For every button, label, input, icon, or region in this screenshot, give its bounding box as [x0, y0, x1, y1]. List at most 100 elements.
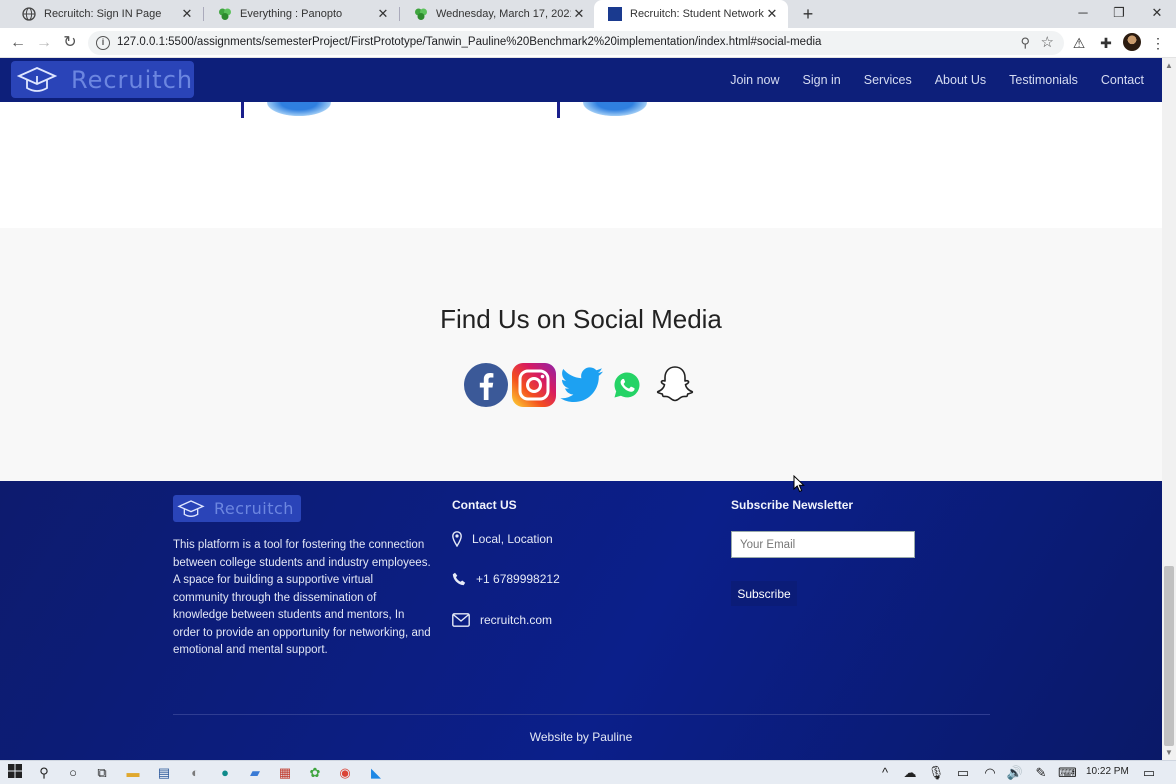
site-footer: Recruitch This platform is a tool for fo…	[0, 481, 1162, 760]
url-text: 127.0.0.1:5500/assignments/semesterProje…	[117, 36, 822, 48]
nav-contact[interactable]: Contact	[1101, 73, 1144, 87]
panopto-icon	[414, 7, 428, 21]
forward-icon[interactable]: →	[34, 33, 54, 53]
tab-title: Everything : Panopto	[240, 8, 343, 20]
decorative-image	[267, 102, 331, 116]
windows-start-icon[interactable]	[6, 764, 24, 782]
location-pin-icon	[452, 531, 462, 547]
notifications-icon[interactable]: ▭	[1140, 764, 1158, 782]
close-tab-icon[interactable]: ✕	[764, 6, 780, 22]
decorative-image	[583, 102, 647, 116]
zoom-icon[interactable]: ⚲	[1020, 35, 1030, 51]
pen-icon[interactable]: ✎	[1032, 764, 1050, 782]
profile-avatar[interactable]	[1123, 33, 1141, 51]
graduation-cap-icon	[177, 499, 205, 517]
site-favicon-icon	[608, 7, 622, 21]
facebook-icon[interactable]	[463, 362, 509, 408]
file-explorer-icon[interactable]: ▬	[124, 764, 142, 782]
contact-location-text: Local, Location	[472, 532, 553, 546]
decorative-bar	[241, 102, 244, 118]
microphone-icon[interactable]: 🎙	[927, 764, 945, 782]
page-scrollbar[interactable]: ▲ ▼	[1162, 58, 1176, 760]
app-icon[interactable]: ▰	[246, 764, 264, 782]
vscode-icon[interactable]: ◣	[367, 764, 385, 782]
previous-section-remnant	[0, 102, 1162, 228]
battery-icon[interactable]: ▭	[954, 764, 972, 782]
nav-about-us[interactable]: About Us	[935, 73, 986, 87]
volume-icon[interactable]: 🔊	[1006, 764, 1024, 782]
app-icon[interactable]: ▤	[155, 764, 173, 782]
puzzle-extensions-icon[interactable]: ✚	[1096, 33, 1116, 53]
site-info-icon[interactable]: i	[96, 36, 110, 50]
social-heading: Find Us on Social Media	[440, 304, 722, 334]
nav-links: Join now Sign in Services About Us Testi…	[730, 58, 1144, 102]
app-icon[interactable]: ◐	[186, 764, 204, 782]
scroll-down-icon[interactable]: ▼	[1165, 748, 1173, 757]
nav-sign-in[interactable]: Sign in	[803, 73, 841, 87]
footer-divider	[173, 714, 990, 715]
subscribe-button[interactable]: Subscribe	[731, 581, 797, 606]
browser-tab-recording[interactable]: Wednesday, March 17, 2021 at 1: ✕	[400, 0, 595, 28]
contact-email: recruitch.com	[452, 613, 552, 627]
browser-menu-icon[interactable]: ⋮	[1148, 33, 1168, 53]
contact-email-text: recruitch.com	[480, 613, 553, 627]
nav-testimonials[interactable]: Testimonials	[1009, 73, 1078, 87]
contact-location: Local, Location	[452, 531, 553, 547]
cortana-icon[interactable]: ○	[64, 764, 82, 782]
envelope-icon	[452, 613, 470, 627]
close-tab-icon[interactable]: ✕	[571, 6, 587, 22]
onedrive-icon[interactable]: ☁	[901, 764, 919, 782]
taskbar-clock[interactable]: 10:22 PM	[1086, 766, 1129, 777]
logo-text: Recruitch	[71, 65, 194, 94]
browser-tab-panopto[interactable]: Everything : Panopto ✕	[204, 0, 399, 28]
site-navbar: Recruitch Join now Sign in Services Abou…	[0, 58, 1162, 102]
footer-credit: Website by Pauline	[529, 730, 633, 744]
close-tab-icon[interactable]: ✕	[179, 6, 195, 22]
contact-phone-text: +1 6789998212	[476, 572, 560, 586]
keyboard-icon[interactable]: ⌨	[1058, 764, 1077, 782]
browser-tab-strip: Recruitch: Sign IN Page ✕ Everything : P…	[0, 0, 1176, 28]
footer-about-text: This platform is a tool for fostering th…	[173, 539, 431, 656]
contact-heading: Contact US	[452, 498, 517, 512]
newsletter-email-input[interactable]	[731, 531, 915, 558]
twitter-icon[interactable]	[559, 362, 605, 408]
close-tab-icon[interactable]: ✕	[375, 6, 391, 22]
bookmark-star-icon[interactable]: ☆	[1041, 33, 1054, 51]
contact-phone: +1 6789998212	[452, 572, 560, 586]
tab-title: Recruitch: Sign IN Page	[44, 8, 162, 20]
task-view-icon[interactable]: ⧉	[93, 764, 111, 782]
wifi-icon[interactable]: ◠	[981, 764, 999, 782]
scroll-up-icon[interactable]: ▲	[1165, 61, 1173, 70]
extension-icon[interactable]: ⚠	[1069, 33, 1089, 53]
search-icon[interactable]: ⚲	[35, 764, 53, 782]
panopto-icon	[218, 7, 232, 21]
new-tab-button[interactable]: +	[798, 4, 818, 24]
minimize-icon[interactable]: ─	[1064, 0, 1102, 28]
tray-chevron-icon[interactable]: ^	[876, 764, 894, 782]
tab-title: Wednesday, March 17, 2021 at 1:	[436, 8, 571, 20]
reload-icon[interactable]: ↻	[60, 33, 80, 53]
site-logo[interactable]: Recruitch	[11, 61, 194, 98]
social-media-section: Find Us on Social Media	[0, 228, 1162, 481]
scrollbar-thumb[interactable]	[1164, 566, 1174, 746]
chrome-taskbar-icon[interactable]: ◉	[336, 764, 354, 782]
graduation-cap-icon	[17, 66, 57, 92]
app-icon[interactable]: ▦	[276, 764, 294, 782]
whatsapp-icon[interactable]	[613, 371, 641, 399]
browser-tab-recruitch[interactable]: Recruitch: Student Network And ✕	[594, 0, 788, 28]
footer-logo[interactable]: Recruitch	[173, 495, 301, 522]
footer-logo-text: Recruitch	[214, 499, 294, 518]
panopto-taskbar-icon[interactable]: ✿	[306, 764, 324, 782]
back-icon[interactable]: ←	[8, 33, 28, 53]
nav-services[interactable]: Services	[864, 73, 912, 87]
browser-tab-sign-in[interactable]: Recruitch: Sign IN Page ✕	[8, 0, 203, 28]
snapchat-icon[interactable]	[654, 364, 696, 406]
instagram-icon[interactable]	[511, 362, 557, 408]
close-window-icon[interactable]: ✕	[1138, 0, 1176, 28]
edge-icon[interactable]: ●	[216, 764, 234, 782]
globe-icon	[22, 7, 36, 21]
nav-join-now[interactable]: Join now	[730, 73, 779, 87]
newsletter-heading: Subscribe Newsletter	[731, 498, 854, 512]
restore-icon[interactable]: ❐	[1100, 0, 1138, 28]
address-bar[interactable]: i 127.0.0.1:5500/assignments/semesterPro…	[88, 31, 1064, 55]
